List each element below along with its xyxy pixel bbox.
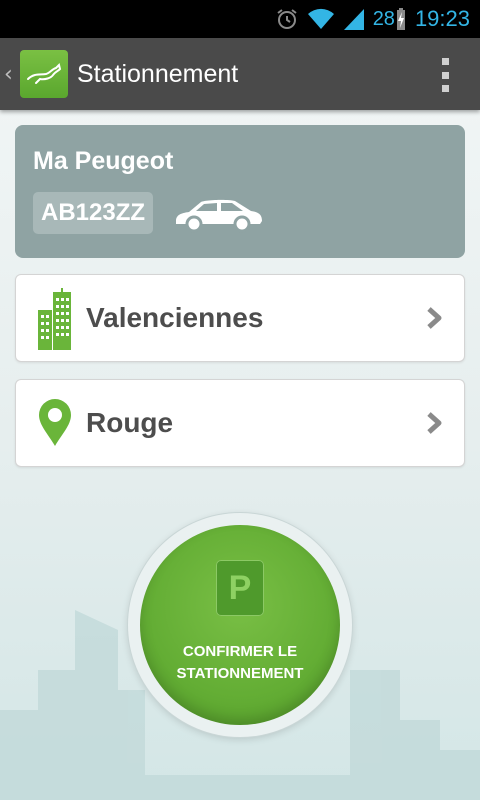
overflow-menu-icon[interactable]	[440, 58, 450, 92]
action-bar: ‹ Stationnement	[0, 38, 480, 110]
parking-icon: P	[216, 560, 264, 616]
license-plate: AB123ZZ	[33, 192, 154, 234]
battery-charging-icon	[396, 8, 405, 30]
zone-selector[interactable]: Rouge	[15, 379, 465, 467]
map-pin-icon	[39, 399, 71, 446]
battery-level: 28	[372, 7, 395, 30]
battery-indicator: 28	[373, 7, 407, 31]
clock: 19:23	[414, 6, 470, 31]
city-selector[interactable]: Valenciennes	[15, 274, 465, 362]
city-label: Valenciennes	[86, 302, 264, 333]
vehicle-name: Ma Peugeot	[33, 147, 174, 175]
up-navigation-icon[interactable]: ‹	[4, 62, 18, 87]
zone-label: Rouge	[86, 407, 174, 438]
confirm-button-ring: P CONFIRMER LE STATIONNEMENT	[128, 513, 352, 737]
confirm-label-line1: CONFIRMER LE	[182, 643, 298, 660]
city-buildings-icon	[38, 288, 71, 350]
kangaroo-logo-icon[interactable]	[20, 50, 68, 98]
alarm-icon	[275, 7, 299, 31]
confirm-parking-button[interactable]: P CONFIRMER LE STATIONNEMENT	[140, 525, 340, 725]
signal-icon	[343, 7, 365, 31]
chevron-right-icon	[427, 307, 442, 329]
status-bar: 28 19:23	[0, 0, 480, 38]
car-icon	[176, 199, 262, 233]
confirm-label-line2: STATIONNEMENT	[176, 665, 304, 682]
chevron-right-icon	[427, 412, 442, 434]
page-title: Stationnement	[77, 59, 239, 88]
vehicle-card[interactable]: Ma Peugeot AB123ZZ	[15, 125, 465, 258]
wifi-icon	[307, 7, 335, 31]
